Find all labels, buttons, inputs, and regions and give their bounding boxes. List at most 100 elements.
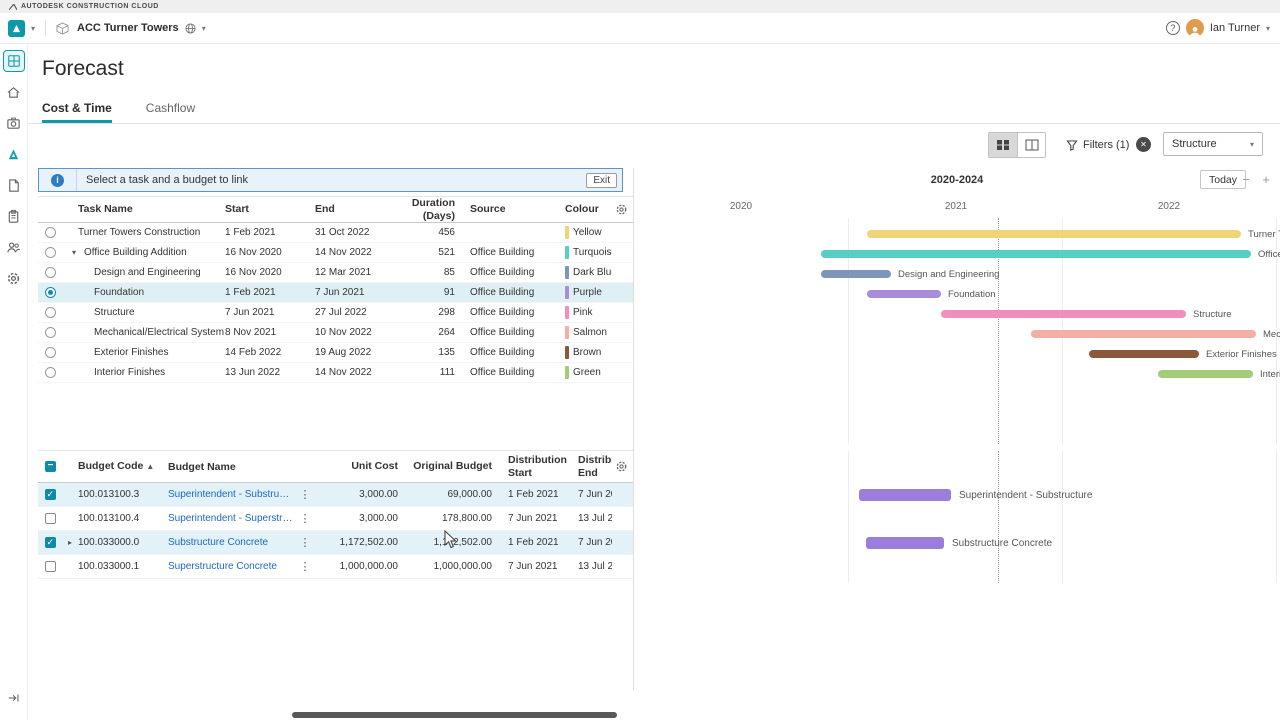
task-colour: Brown bbox=[565, 343, 612, 362]
budget-checkbox[interactable] bbox=[38, 555, 62, 578]
product-icon[interactable] bbox=[8, 20, 25, 37]
horizontal-scrollbar[interactable] bbox=[292, 712, 617, 718]
zoom-out-button[interactable]: − bbox=[1238, 171, 1254, 187]
task-name: Structure bbox=[62, 303, 224, 322]
col-start[interactable]: Start bbox=[225, 197, 311, 222]
budget-code: 100.013100.3 bbox=[66, 483, 164, 506]
gantt-task-bar[interactable] bbox=[1158, 370, 1253, 378]
task-duration: 111 bbox=[377, 363, 455, 382]
link-mode-banner: i Select a task and a budget to link Exi… bbox=[38, 168, 623, 192]
gantt-task-bar[interactable] bbox=[1089, 350, 1199, 358]
expand-caret-icon[interactable]: ▸ bbox=[68, 538, 72, 547]
budget-row[interactable]: 100.033000.1Superstructure Concrete⋮1,00… bbox=[38, 555, 633, 579]
select-all-checkbox[interactable] bbox=[38, 451, 62, 482]
task-row[interactable]: Exterior Finishes14 Feb 202219 Aug 20221… bbox=[38, 343, 633, 363]
collapse-caret-icon[interactable]: ▾ bbox=[72, 248, 84, 257]
gantt-year-label: 2022 bbox=[1158, 201, 1180, 212]
task-radio[interactable] bbox=[38, 363, 62, 382]
gantt-budget-bar[interactable] bbox=[866, 537, 944, 549]
task-row[interactable]: Interior Finishes13 Jun 202214 Nov 20221… bbox=[38, 363, 633, 383]
task-name: Turner Towers Construction bbox=[62, 223, 224, 242]
col-source[interactable]: Source bbox=[470, 197, 562, 222]
task-row[interactable]: ▾Office Building Addition16 Nov 202014 N… bbox=[38, 243, 633, 263]
structure-select[interactable]: Structure ▾ bbox=[1163, 132, 1263, 156]
budget-row[interactable]: 100.013100.3Superintendent - Substructur… bbox=[38, 483, 633, 507]
gantt-gridline bbox=[1276, 451, 1277, 583]
kebab-menu-icon[interactable]: ⋮ bbox=[296, 483, 314, 506]
task-row[interactable]: Turner Towers Construction1 Feb 202131 O… bbox=[38, 223, 633, 243]
task-row[interactable]: Structure7 Jun 202127 Jul 2022298Office … bbox=[38, 303, 633, 323]
gantt-task-bar[interactable] bbox=[821, 270, 891, 278]
tab-cashflow[interactable]: Cashflow bbox=[146, 101, 195, 123]
kebab-menu-icon[interactable]: ⋮ bbox=[296, 507, 314, 530]
kebab-menu-icon[interactable]: ⋮ bbox=[296, 555, 314, 578]
help-icon[interactable]: ? bbox=[1166, 21, 1180, 35]
collapse-panel-icon[interactable] bbox=[4, 688, 24, 708]
nav-settings-gear-icon[interactable] bbox=[4, 268, 24, 288]
col-budget-code[interactable]: Budget Code▲ bbox=[66, 451, 164, 482]
gantt-budget-bar[interactable] bbox=[859, 489, 951, 501]
budget-row[interactable]: ▸100.033000.0Substructure Concrete⋮1,172… bbox=[38, 531, 633, 555]
col-colour[interactable]: Colour bbox=[565, 197, 612, 222]
nav-members-icon[interactable] bbox=[4, 237, 24, 257]
gantt-task-bar[interactable] bbox=[1031, 330, 1256, 338]
kebab-menu-icon[interactable]: ⋮ bbox=[296, 531, 314, 554]
exit-button[interactable]: Exit bbox=[586, 173, 617, 188]
clear-filters-button[interactable]: ✕ bbox=[1136, 137, 1151, 152]
gantt-task-bar[interactable] bbox=[867, 290, 941, 298]
budget-checkbox[interactable] bbox=[38, 507, 62, 530]
col-end[interactable]: End bbox=[315, 197, 377, 222]
task-radio[interactable] bbox=[38, 243, 62, 262]
nav-apps-grid-icon[interactable] bbox=[4, 51, 24, 71]
budget-table-settings-gear-icon[interactable] bbox=[610, 451, 633, 482]
gantt-panel: 2020-2024 Today − + 202020212022 Turner … bbox=[633, 168, 1280, 690]
user-name[interactable]: Ian Turner bbox=[1210, 22, 1260, 34]
col-budget-name[interactable]: Budget Name bbox=[168, 451, 294, 482]
budget-row[interactable]: 100.013100.4Superintendent - Superstruct… bbox=[38, 507, 633, 531]
task-radio[interactable] bbox=[38, 303, 62, 322]
gantt-task-bar[interactable] bbox=[821, 250, 1251, 258]
col-task-name[interactable]: Task Name bbox=[62, 197, 224, 222]
grid-view-button[interactable] bbox=[989, 133, 1017, 157]
tab-cost-time[interactable]: Cost & Time bbox=[42, 101, 112, 123]
task-duration: 135 bbox=[377, 343, 455, 362]
task-row[interactable]: Mechanical/Electrical Systems8 Nov 20211… bbox=[38, 323, 633, 343]
col-duration[interactable]: Duration (Days) bbox=[377, 197, 455, 222]
project-switcher-caret-icon[interactable]: ▾ bbox=[202, 24, 206, 33]
task-radio[interactable] bbox=[38, 343, 62, 362]
budget-name-link[interactable]: Superstructure Concrete bbox=[168, 555, 294, 578]
nav-reports-icon[interactable] bbox=[4, 206, 24, 226]
avatar[interactable] bbox=[1186, 19, 1204, 37]
gantt-bar-label: Mechanical/Electrical Systems bbox=[1263, 329, 1280, 340]
project-name[interactable]: ACC Turner Towers bbox=[77, 22, 179, 34]
gantt-task-bar[interactable] bbox=[867, 230, 1241, 238]
task-end: 12 Mar 2021 bbox=[315, 263, 377, 282]
product-switcher-caret-icon[interactable]: ▾ bbox=[31, 24, 35, 33]
task-row[interactable]: Design and Engineering16 Nov 202012 Mar … bbox=[38, 263, 633, 283]
col-unit-cost[interactable]: Unit Cost bbox=[318, 451, 398, 482]
nav-files-icon[interactable] bbox=[4, 175, 24, 195]
col-distribution-end[interactable]: Distribution End bbox=[578, 451, 612, 482]
budget-name-link[interactable]: Superintendent - Superstructure bbox=[168, 507, 294, 530]
unit-cost: 1,000,000.00 bbox=[318, 555, 398, 578]
nav-photos-icon[interactable] bbox=[4, 113, 24, 133]
task-radio[interactable] bbox=[38, 223, 62, 242]
budget-checkbox[interactable] bbox=[38, 483, 62, 506]
col-original-budget[interactable]: Original Budget bbox=[406, 451, 492, 482]
split-view-button[interactable] bbox=[1017, 133, 1045, 157]
zoom-in-button[interactable]: + bbox=[1258, 171, 1274, 187]
user-menu-caret-icon[interactable]: ▾ bbox=[1266, 24, 1270, 33]
task-radio[interactable] bbox=[38, 283, 62, 302]
budget-name-link[interactable]: Superintendent - Substructure bbox=[168, 483, 294, 506]
task-table-settings-gear-icon[interactable] bbox=[610, 197, 633, 222]
budget-name-link[interactable]: Substructure Concrete bbox=[168, 531, 294, 554]
budget-checkbox[interactable] bbox=[38, 531, 62, 554]
gantt-task-bar[interactable] bbox=[941, 310, 1186, 318]
task-row[interactable]: Foundation1 Feb 20217 Jun 202191Office B… bbox=[38, 283, 633, 303]
nav-home-icon[interactable] bbox=[4, 82, 24, 102]
col-distribution-start[interactable]: Distribution Start bbox=[508, 451, 572, 482]
filters-button[interactable]: Filters (1) bbox=[1062, 133, 1133, 156]
task-radio[interactable] bbox=[38, 323, 62, 342]
nav-build-logo-icon[interactable] bbox=[4, 144, 24, 164]
task-radio[interactable] bbox=[38, 263, 62, 282]
